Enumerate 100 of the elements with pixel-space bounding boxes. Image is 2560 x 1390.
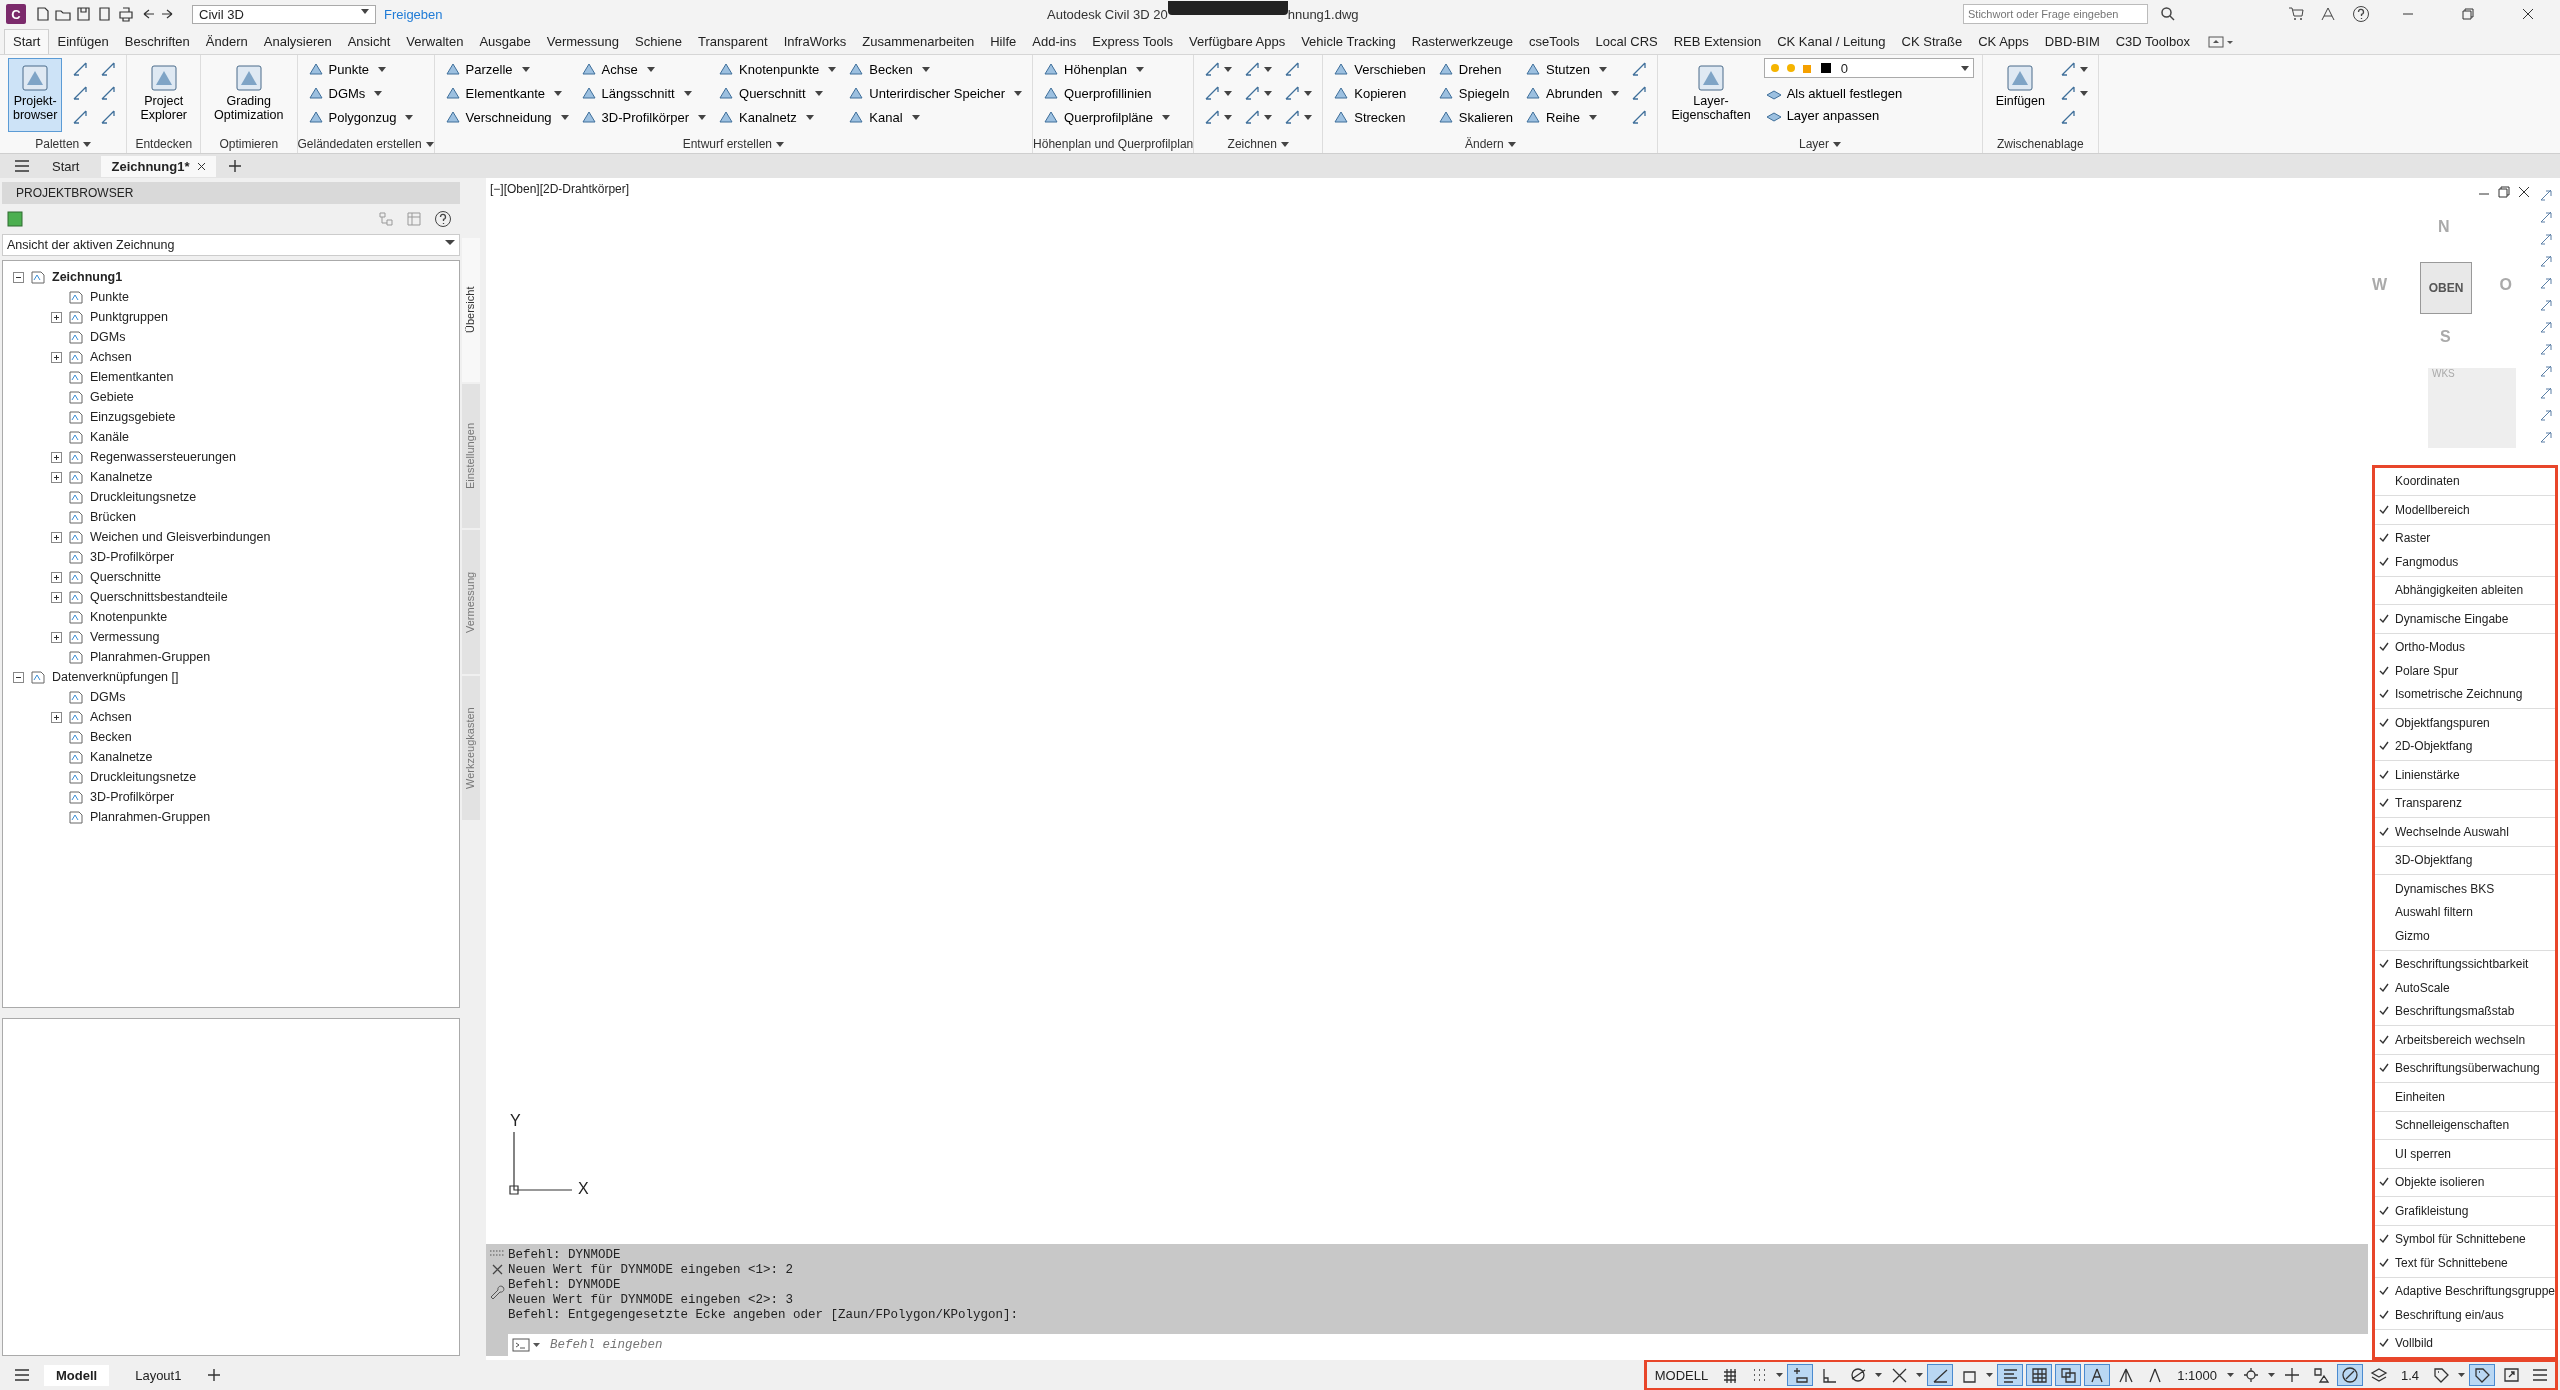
ribbon-tab[interactable]: DBD-BIM xyxy=(2036,30,2108,54)
tool-button[interactable]: Punkte xyxy=(305,58,416,80)
tree-item[interactable]: Kanäle xyxy=(90,430,129,444)
app-logo[interactable]: C xyxy=(6,4,26,24)
menu-item[interactable]: Fangmodus xyxy=(2375,550,2555,574)
cart-icon[interactable] xyxy=(2288,6,2304,22)
nav-tool-icon[interactable] xyxy=(2539,276,2553,290)
status-toggle[interactable] xyxy=(2084,1364,2111,1386)
palette-tab[interactable]: Übersicht xyxy=(462,238,480,382)
close-icon[interactable] xyxy=(491,1264,503,1275)
panel-title[interactable]: Paletten xyxy=(0,135,127,153)
tool-button[interactable]: Achse xyxy=(578,58,709,80)
ribbon-tab[interactable]: Local CRS xyxy=(1587,30,1666,54)
expand-toggle[interactable] xyxy=(51,591,62,603)
tree-item[interactable]: 3D-Profilkörper xyxy=(90,790,175,804)
tree-item[interactable]: DGMs xyxy=(90,690,126,704)
tree-item[interactable]: Vermessung xyxy=(90,630,160,644)
tree-item[interactable]: Knotenpunkte xyxy=(90,610,168,624)
menu-item[interactable]: Beschriftungsüberwachung xyxy=(2375,1056,2555,1080)
tool-button[interactable]: Strecken xyxy=(1331,106,1428,128)
tool-button[interactable]: Parzelle xyxy=(442,58,571,80)
ribbon-tab[interactable]: Zusammenarbeiten xyxy=(854,30,983,54)
menu-item[interactable]: Koordinaten xyxy=(2375,469,2555,493)
tool-button[interactable]: Abrunden xyxy=(1523,82,1622,104)
tool-button[interactable]: Höhenplan xyxy=(1041,58,1172,80)
menu-item[interactable]: Gizmo xyxy=(2375,924,2555,948)
status-toggle[interactable] xyxy=(2336,1364,2363,1386)
expand-toggle[interactable] xyxy=(51,711,62,723)
tree-item[interactable]: Achsen xyxy=(90,710,132,724)
command-field[interactable]: Befehl eingeben xyxy=(508,1334,2368,1356)
layout-tab[interactable]: Layout1 xyxy=(123,1364,194,1386)
tree-item[interactable]: Datenverknüpfungen [] xyxy=(52,670,179,684)
tool-button[interactable]: Skalieren xyxy=(1435,106,1515,128)
grip-icon[interactable] xyxy=(489,1250,505,1256)
menu-item[interactable]: Text für Schnittebene xyxy=(2375,1251,2555,1275)
menu-item[interactable]: Objekte isolieren xyxy=(2375,1170,2555,1194)
tree-item[interactable]: Kanalnetze xyxy=(90,750,153,764)
ribbon-tab[interactable]: Einfügen xyxy=(49,30,117,54)
viewcube-face[interactable]: OBEN xyxy=(2420,262,2472,314)
expand-toggle[interactable] xyxy=(51,531,62,543)
search-field[interactable]: Stichwort oder Frage eingeben xyxy=(1963,4,2148,24)
tool-button[interactable]: 3D-Profilkörper xyxy=(578,106,709,128)
tree-item[interactable]: Querschnittsbestandteile xyxy=(90,590,228,604)
restore-icon[interactable] xyxy=(2498,186,2510,198)
status-toggle[interactable] xyxy=(1787,1364,1814,1386)
new-layout-icon[interactable] xyxy=(207,1368,222,1382)
expand-toggle[interactable] xyxy=(51,451,62,463)
expand-toggle[interactable] xyxy=(51,471,62,483)
menu-item[interactable]: Wechselnde Auswahl xyxy=(2375,820,2555,844)
status-button[interactable]: 1:1000 xyxy=(2171,1364,2223,1386)
tool-button[interactable]: Kanal xyxy=(846,106,1025,128)
nav-tool-icon[interactable] xyxy=(2539,408,2553,422)
ribbon-tab[interactable]: Rasterwerkzeuge xyxy=(1403,30,1521,54)
menu-item[interactable]: 3D-Objektfang xyxy=(2375,848,2555,872)
tree-item[interactable]: Kanalnetze xyxy=(90,470,153,484)
panel-title[interactable]: Entwurf erstellen xyxy=(434,135,1033,153)
wrench-icon[interactable] xyxy=(489,1283,505,1299)
menu-item[interactable]: Dynamische Eingabe xyxy=(2375,607,2555,631)
share-link[interactable]: Freigeben xyxy=(384,6,443,22)
tree-item[interactable]: DGMs xyxy=(90,330,126,344)
palette-tab[interactable]: Vermessung xyxy=(462,530,480,674)
tool-button[interactable]: Polygonzug xyxy=(305,106,416,128)
tool-button[interactable]: Als aktuell festlegen xyxy=(1763,82,1905,104)
menu-item[interactable]: Polare Spur xyxy=(2375,659,2555,683)
menu-item[interactable]: Einheiten xyxy=(2375,1085,2555,1109)
nav-tool-icon[interactable] xyxy=(2539,254,2553,268)
status-button[interactable]: 1.4 xyxy=(2394,1364,2425,1386)
nav-tool-icon[interactable] xyxy=(2539,320,2553,334)
tree-item[interactable]: Zeichnung1 xyxy=(52,270,123,284)
ribbon-tab[interactable]: C3D Toolbox xyxy=(2107,30,2198,54)
status-toggle[interactable] xyxy=(2055,1364,2082,1386)
restore-icon[interactable] xyxy=(2462,8,2474,20)
tool-button[interactable]: Spiegeln xyxy=(1435,82,1515,104)
panel-title[interactable]: Layer xyxy=(1658,135,1982,153)
ribbon-tab[interactable]: Beschriften xyxy=(116,30,198,54)
panel-title[interactable]: Höhenplan und Querprofilplan xyxy=(1033,135,1194,153)
panel-title[interactable]: Entdecken xyxy=(127,135,200,153)
tool-button[interactable]: Layer anpassen xyxy=(1763,104,1882,126)
console-icon[interactable] xyxy=(512,1338,542,1352)
cube-icon[interactable] xyxy=(6,210,24,228)
expand-toggle[interactable] xyxy=(13,271,24,283)
tree-item[interactable]: Druckleitungsnetze xyxy=(90,490,197,504)
tool-button[interactable]: Kanalnetz xyxy=(716,106,839,128)
menu-item[interactable]: Raster xyxy=(2375,526,2555,550)
menu-item[interactable]: Transparenz xyxy=(2375,791,2555,815)
tool-button[interactable]: Becken xyxy=(846,58,1025,80)
tool-button[interactable]: Verschneidung xyxy=(442,106,571,128)
status-toggle[interactable] xyxy=(2469,1364,2495,1386)
search-icon[interactable] xyxy=(2160,6,2176,22)
tool-button[interactable]: Unterirdischer Speicher xyxy=(846,82,1025,104)
palette-tab[interactable]: Einstellungen xyxy=(462,384,480,528)
expand-toggle[interactable] xyxy=(51,351,62,363)
ribbon-tab[interactable]: Vermessung xyxy=(538,30,628,54)
ribbon-tab[interactable]: InfraWorks xyxy=(775,30,855,54)
menu-item[interactable]: Objektfangspuren xyxy=(2375,711,2555,735)
menu-item[interactable]: Arbeitsbereich wechseln xyxy=(2375,1028,2555,1052)
panel-title[interactable]: Optimieren xyxy=(201,135,297,153)
expand-toggle[interactable] xyxy=(51,631,62,643)
menu-item[interactable]: Dynamisches BKS xyxy=(2375,877,2555,901)
menu-item[interactable]: Adaptive Beschriftungsgruppe xyxy=(2375,1279,2555,1303)
